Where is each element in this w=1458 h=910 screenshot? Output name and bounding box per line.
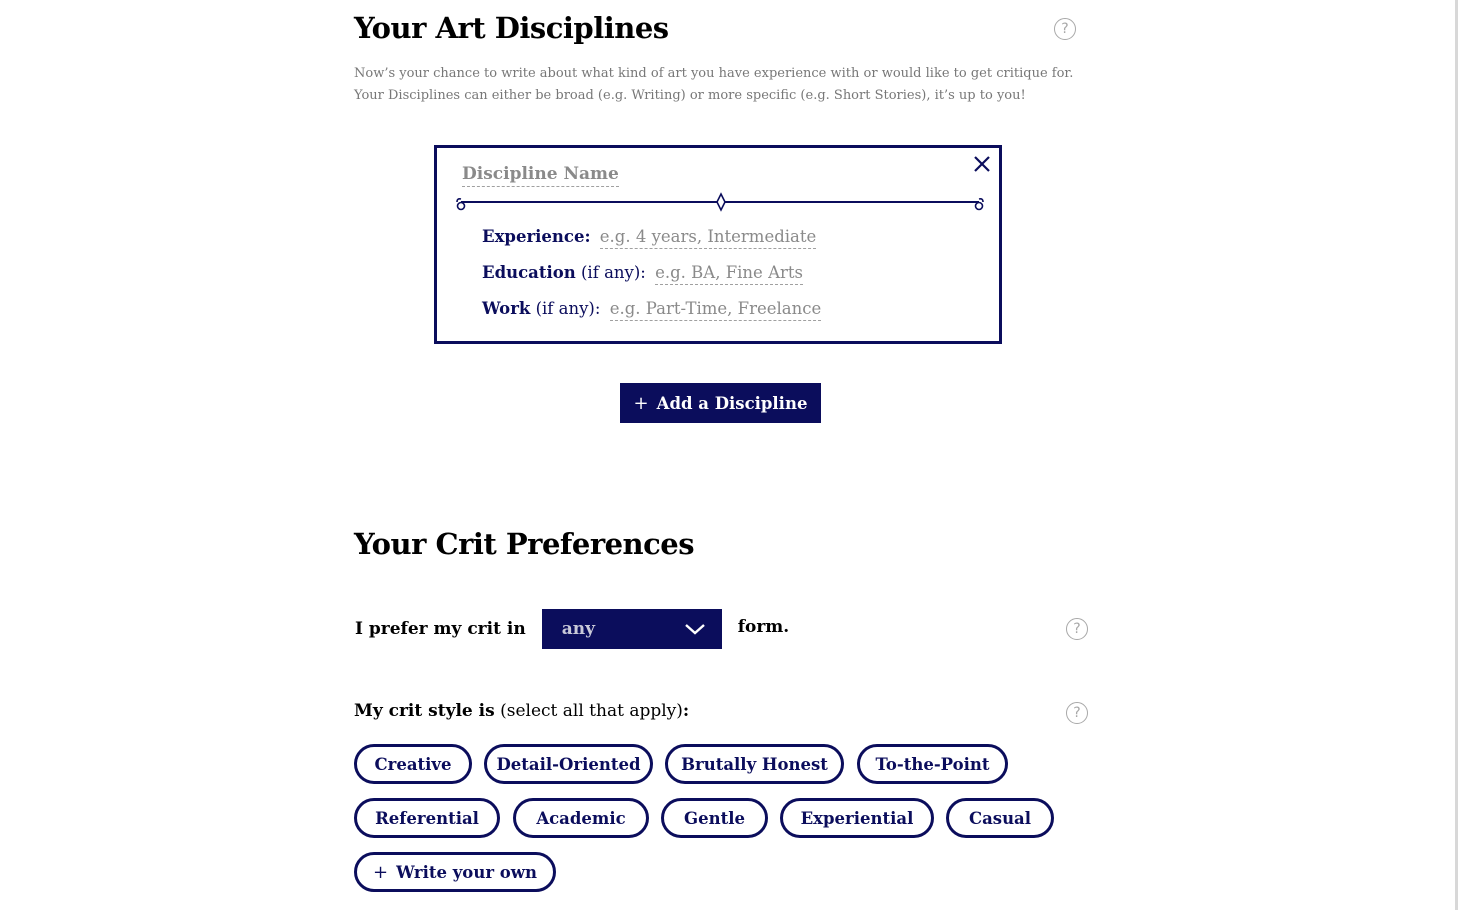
chip-gentle[interactable]: Gentle [661, 798, 768, 838]
crit-form-suffix: form. [737, 617, 790, 637]
chip-academic[interactable]: Academic [513, 798, 649, 838]
add-discipline-button[interactable]: + Add a Discipline [620, 383, 821, 423]
help-icon[interactable]: ? [1066, 702, 1088, 724]
crit-style-label-bold: My crit style is [354, 701, 495, 721]
crit-style-label-colon: : [682, 701, 690, 721]
education-label: Education [482, 263, 576, 282]
education-suffix: (if any): [581, 263, 646, 282]
write-your-own-label: Write your own [396, 862, 537, 882]
ornamental-divider [456, 192, 984, 212]
write-your-own-button[interactable]: + Write your own [354, 852, 556, 892]
chevron-down-icon [684, 624, 705, 635]
plus-icon: + [373, 861, 389, 883]
chip-brutally-honest[interactable]: Brutally Honest [665, 744, 844, 784]
close-icon[interactable] [971, 153, 993, 175]
crit-style-label: My crit style is (select all that apply)… [354, 701, 689, 721]
work-suffix: (if any): [535, 299, 601, 318]
work-label: Work [482, 299, 531, 318]
education-row: Education (if any): e.g. BA, Fine Arts [482, 262, 803, 285]
disciplines-title: Your Art Disciplines [354, 11, 669, 45]
chip-experiential[interactable]: Experiential [780, 798, 934, 838]
crit-form-select[interactable]: any [541, 609, 722, 649]
discipline-name-input[interactable]: Discipline Name [462, 163, 619, 187]
work-input[interactable]: e.g. Part-Time, Freelance [609, 299, 822, 321]
experience-label: Experience: [482, 227, 591, 246]
help-icon[interactable]: ? [1066, 618, 1088, 640]
education-input[interactable]: e.g. BA, Fine Arts [655, 263, 803, 285]
chip-detail-oriented[interactable]: Detail-Oriented [484, 744, 653, 784]
chip-casual[interactable]: Casual [946, 798, 1054, 838]
crit-form-value: any [561, 619, 595, 639]
chip-creative[interactable]: Creative [354, 744, 472, 784]
experience-input[interactable]: e.g. 4 years, Intermediate [599, 227, 817, 249]
add-discipline-label: Add a Discipline [656, 393, 808, 413]
crit-form-row: I prefer my crit in any form. [355, 609, 789, 649]
chip-referential[interactable]: Referential [354, 798, 500, 838]
crit-style-label-hint: (select all that apply) [500, 701, 683, 721]
experience-row: Experience: e.g. 4 years, Intermediate [482, 226, 817, 249]
crit-form-prefix: I prefer my crit in [355, 619, 526, 639]
crit-preferences-title: Your Crit Preferences [354, 527, 695, 561]
discipline-card: Discipline Name Experience: e.g. 4 years… [434, 145, 1002, 344]
help-icon[interactable]: ? [1054, 18, 1076, 40]
disciplines-intro: Now’s your chance to write about what ki… [354, 66, 1074, 103]
work-row: Work (if any): e.g. Part-Time, Freelance [482, 298, 822, 321]
plus-icon: + [633, 392, 649, 414]
chip-to-the-point[interactable]: To-the-Point [857, 744, 1008, 784]
